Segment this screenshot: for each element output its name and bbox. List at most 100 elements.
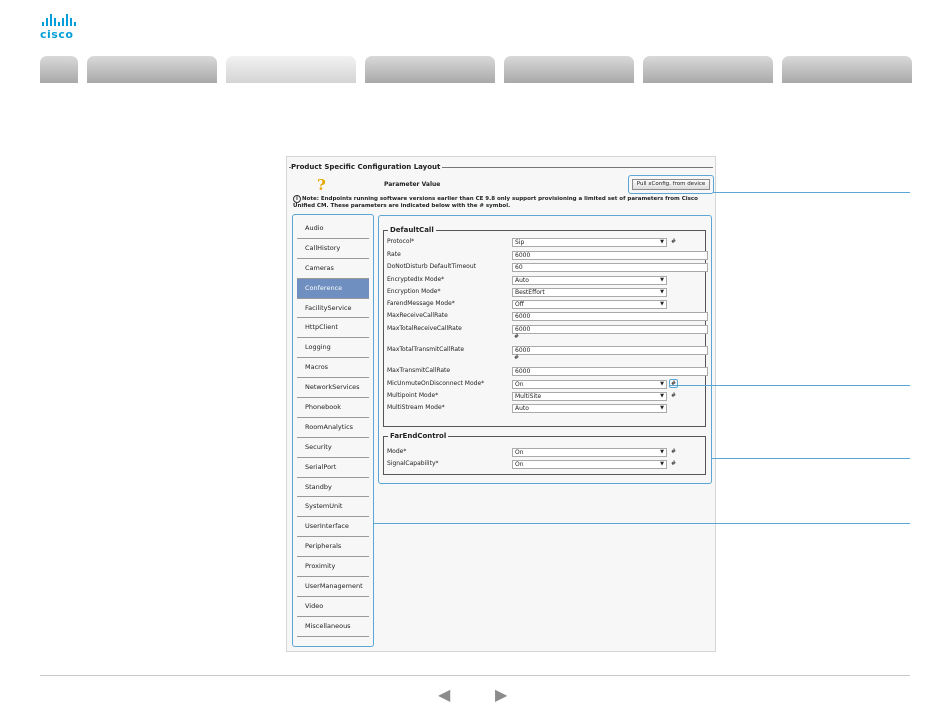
sidebar-item-proximity[interactable]: Proximity xyxy=(297,557,369,578)
footer-divider xyxy=(40,675,910,676)
setting-select[interactable]: Auto ▼ xyxy=(512,404,667,413)
sidebar-item-video[interactable]: Video xyxy=(297,597,369,617)
sidebar-item-security[interactable]: Security xyxy=(297,438,369,458)
setting-label: Mode* xyxy=(387,448,407,455)
setting-label: MaxReceiveCallRate xyxy=(387,312,448,319)
setting-label: Rate xyxy=(387,251,401,258)
sidebar-item-audio[interactable]: Audio xyxy=(297,219,369,239)
setting-select[interactable]: BestEffort ▼ xyxy=(512,288,667,297)
config-layout-title: Product Specific Configuration Layout xyxy=(291,163,443,171)
setting-value: Auto xyxy=(515,277,529,284)
setting-label: Multipoint Mode* xyxy=(387,392,439,399)
arrow-right-icon[interactable]: ▶ xyxy=(495,687,507,703)
sidebar-item-cameras[interactable]: Cameras xyxy=(297,259,369,279)
defaultcall-title: DefaultCall xyxy=(388,226,436,234)
tab-4[interactable] xyxy=(504,56,634,83)
setting-input[interactable]: 6000 xyxy=(512,325,708,334)
cisco-logo-text: cisco xyxy=(40,28,74,41)
sidebar-item-roomanalytics[interactable]: RoomAnalytics xyxy=(297,418,369,438)
setting-select[interactable]: Sip ▼ xyxy=(512,238,667,247)
config-sidebar: Audio CallHistory Cameras Conference Facilit… xyxy=(297,219,369,637)
setting-value: Auto xyxy=(515,405,529,412)
setting-select[interactable]: On ▼ xyxy=(512,448,667,457)
sidebar-item-systemunit[interactable]: SystemUnit xyxy=(297,497,369,518)
chevron-down-icon: ▼ xyxy=(660,393,664,399)
setting-select[interactable]: On ▼ xyxy=(512,460,667,469)
tab-1[interactable] xyxy=(87,56,217,83)
setting-label: SignalCapability* xyxy=(387,460,439,467)
callout-line-pull xyxy=(713,192,910,193)
setting-label: MultiStream Mode* xyxy=(387,404,445,411)
setting-value: MultiSite xyxy=(515,393,542,400)
setting-input[interactable]: 6000 xyxy=(512,251,708,260)
parameter-value-label: Parameter Value xyxy=(384,181,441,188)
chevron-down-icon: ▼ xyxy=(660,277,664,283)
software-version-note: i Note: Endpoints running software versio… xyxy=(293,195,698,209)
setting-label: Protocol* xyxy=(387,238,415,245)
setting-value: 6000 xyxy=(515,347,531,354)
defaultcall-group: DefaultCall Protocol* Sip ▼ # Rate 6000 DoNotD… xyxy=(383,226,708,427)
callout-line-hash xyxy=(670,385,910,386)
sidebar-item-miscellaneous[interactable]: Miscellaneous xyxy=(297,617,369,637)
hash-marker: # xyxy=(514,354,520,361)
sidebar-item-usermanagement[interactable]: UserManagement xyxy=(297,577,369,597)
setting-label: MaxTotalTransmitCallRate xyxy=(387,346,465,353)
setting-select[interactable]: On ▼ xyxy=(512,380,667,389)
tab-2-active[interactable] xyxy=(226,56,356,83)
setting-value: On xyxy=(515,381,524,388)
setting-value: 60 xyxy=(515,264,523,271)
setting-input[interactable]: 6000 xyxy=(512,346,708,355)
setting-value: On xyxy=(515,449,524,456)
setting-input[interactable]: 6000 xyxy=(512,367,708,376)
sidebar-item-httpclient[interactable]: HttpClient xyxy=(297,318,369,339)
setting-label: MicUnmuteOnDisconnect Mode* xyxy=(387,380,485,387)
farendcontrol-group: FarEndControl Mode* On ▼ # SignalCapability*… xyxy=(383,432,706,475)
chevron-down-icon: ▼ xyxy=(660,405,664,411)
sidebar-item-peripherals[interactable]: Peripherals xyxy=(297,537,369,558)
chevron-down-icon: ▼ xyxy=(660,239,664,245)
setting-select[interactable]: MultiSite ▼ xyxy=(512,392,667,401)
chevron-down-icon: ▼ xyxy=(660,381,664,387)
hash-marker: # xyxy=(671,448,677,455)
config-screenshot-frame: Product Specific Configuration Layout ? … xyxy=(286,156,716,652)
setting-value: On xyxy=(515,461,524,468)
cisco-logo: cisco xyxy=(40,14,86,42)
sidebar-item-networkservices[interactable]: NetworkServices xyxy=(297,378,369,399)
setting-input[interactable]: 60 xyxy=(512,263,708,272)
setting-input[interactable]: 6000 xyxy=(512,312,708,321)
farendcontrol-title: FarEndControl xyxy=(388,432,449,440)
setting-value: BestEffort xyxy=(515,289,545,296)
tab-5[interactable] xyxy=(643,56,773,83)
tab-home[interactable] xyxy=(40,56,78,83)
tab-3[interactable] xyxy=(365,56,495,83)
hash-marker: # xyxy=(671,392,677,399)
sidebar-item-standby[interactable]: Standby xyxy=(297,478,369,498)
hash-marker: # xyxy=(514,333,520,340)
hash-marker-highlight xyxy=(669,379,678,388)
pull-xconfig-button[interactable]: Pull xConfig. from device xyxy=(632,179,710,190)
hash-marker: # xyxy=(671,238,677,245)
setting-value: 6000 xyxy=(515,313,531,320)
sidebar-item-userinterface[interactable]: UserInterface xyxy=(297,517,369,538)
sidebar-item-conference[interactable]: Conference xyxy=(297,278,369,299)
chevron-down-icon: ▼ xyxy=(660,289,664,295)
sidebar-item-macros[interactable]: Macros xyxy=(297,358,369,379)
callout-line-sidebar xyxy=(373,523,910,524)
sidebar-item-logging[interactable]: Logging xyxy=(297,338,369,359)
setting-label: DoNotDisturb DefaultTimeout xyxy=(387,263,476,270)
question-mark-icon[interactable]: ? xyxy=(317,176,326,194)
sidebar-item-serialport[interactable]: SerialPort xyxy=(297,458,369,478)
tab-6[interactable] xyxy=(782,56,912,83)
callout-line-panel xyxy=(711,458,910,459)
chevron-down-icon: ▼ xyxy=(660,301,664,307)
setting-value: 6000 xyxy=(515,252,531,259)
sidebar-item-facilityservice[interactable]: FacilityService xyxy=(297,299,369,319)
setting-select[interactable]: Auto ▼ xyxy=(512,276,667,285)
setting-value: Off xyxy=(515,301,524,308)
hash-marker: # xyxy=(671,460,677,467)
sidebar-item-phonebook[interactable]: Phonebook xyxy=(297,398,369,418)
setting-value: 6000 xyxy=(515,326,531,333)
sidebar-item-callhistory[interactable]: CallHistory xyxy=(297,239,369,259)
setting-select[interactable]: Off ▼ xyxy=(512,300,667,309)
arrow-left-icon[interactable]: ◀ xyxy=(438,687,450,703)
